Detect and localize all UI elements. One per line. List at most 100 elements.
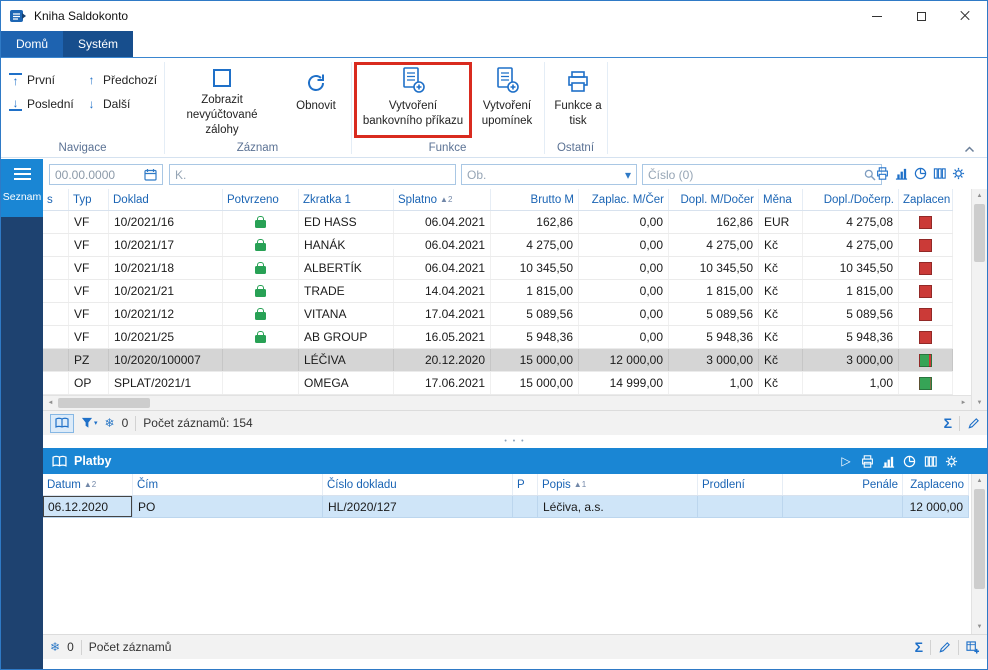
horizontal-scrollbar[interactable]: ◄ ► [43, 395, 971, 410]
scroll-track[interactable] [972, 488, 987, 620]
grid-menu-icon[interactable] [970, 166, 983, 180]
cell: 5 948,36 [803, 326, 899, 348]
pie-chart-icon[interactable] [913, 166, 927, 180]
tab-system[interactable]: Systém [63, 31, 133, 57]
scroll-track[interactable] [58, 396, 956, 410]
last-record-button[interactable]: ↓ Poslední [9, 94, 74, 114]
cell: ALBERTÍK [299, 257, 394, 279]
scroll-thumb[interactable] [974, 204, 985, 262]
table-row[interactable]: 06.12.2020POHL/2020/127Léčiva, a.s.12 00… [43, 496, 969, 518]
scroll-up-arrow[interactable]: ▲ [972, 474, 987, 488]
snowflake-icon[interactable]: ❄ [105, 416, 115, 430]
column-header-dopl-do-erp[interactable]: Dopl./Dočerp. [803, 189, 899, 210]
date-filter-input[interactable]: 00.00.0000 [49, 164, 163, 185]
column-header-m[interactable]: Čím [133, 474, 323, 495]
new-record-icon[interactable] [966, 641, 980, 654]
tab-domu[interactable]: Domů [1, 31, 63, 57]
table-row[interactable]: VF10/2021/16ED HASS06.04.2021162,860,001… [43, 211, 953, 234]
next-record-button[interactable]: ↓ Další [85, 94, 130, 114]
create-reminders-button[interactable]: Vytvoření upomínek [475, 62, 539, 138]
column-header-prodlen[interactable]: Prodlení [698, 474, 783, 495]
table-row[interactable]: VF10/2021/18ALBERTÍK06.04.202110 345,500… [43, 257, 953, 280]
print-icon[interactable] [860, 454, 874, 468]
column-header-label: Splatno [398, 194, 437, 206]
collapse-ribbon-chevron[interactable] [964, 146, 975, 153]
gear-icon[interactable] [944, 454, 958, 468]
ob-filter-input[interactable]: Ob. ▾ [461, 164, 637, 185]
minimize-button[interactable] [855, 1, 899, 31]
k-filter-value: K. [175, 168, 186, 182]
paid-indicator [919, 262, 932, 275]
column-header-dopl-m-do-er[interactable]: Dopl. M/Dočer [669, 189, 759, 210]
scroll-down-arrow[interactable]: ▼ [972, 396, 987, 410]
column-header-popis[interactable]: Popis▲1 [538, 474, 698, 495]
column-header-doklad[interactable]: Doklad [109, 189, 223, 210]
scroll-up-arrow[interactable]: ▲ [972, 189, 987, 203]
scroll-down-arrow[interactable]: ▼ [972, 620, 987, 634]
previous-record-button[interactable]: ↑ Předchozí [85, 70, 157, 90]
column-header-zkratka-1[interactable]: Zkratka 1 [299, 189, 394, 210]
edit-icon[interactable] [938, 641, 951, 654]
columns-icon[interactable] [932, 166, 946, 180]
vertical-scrollbar[interactable]: ▲ ▼ [971, 189, 987, 410]
table-row[interactable]: VF10/2021/17HANÁK06.04.20214 275,000,004… [43, 234, 953, 257]
close-button[interactable] [943, 1, 987, 31]
columns-icon[interactable] [923, 454, 937, 468]
snowflake-icon[interactable]: ❄ [50, 640, 60, 654]
cell: 10/2021/16 [109, 211, 223, 233]
gear-icon[interactable] [951, 166, 965, 180]
refresh-button[interactable]: Obnovit [285, 62, 347, 138]
print-icon[interactable] [875, 166, 889, 180]
chart-icon[interactable] [881, 454, 895, 468]
column-header-typ[interactable]: Typ [69, 189, 109, 210]
sum-icon[interactable]: Σ [915, 639, 923, 655]
table-row[interactable]: PZ10/2020/100007LÉČIVA20.12.202015 000,0… [43, 349, 953, 372]
maximize-button[interactable] [899, 1, 943, 31]
detail-view-toggle[interactable] [50, 414, 74, 433]
cell: 10/2021/18 [109, 257, 223, 279]
cell: Kč [759, 303, 803, 325]
column-header-m-na[interactable]: Měna [759, 189, 803, 210]
column-header-pen-le[interactable]: Penále [783, 474, 903, 495]
scroll-thumb[interactable] [974, 489, 985, 589]
sidebar-item-seznam[interactable]: Seznam [3, 191, 42, 203]
menu-icon[interactable] [14, 168, 31, 183]
filter-icon[interactable]: ▾ [81, 417, 98, 429]
edit-icon[interactable] [967, 417, 980, 430]
functions-print-button[interactable]: Funkce a tisk [549, 62, 607, 138]
column-header-p[interactable]: P [513, 474, 538, 495]
column-header-zaplacen[interactable]: Zaplacen [899, 189, 953, 210]
cell: VITANA [299, 303, 394, 325]
platby-vertical-scrollbar[interactable]: ▲ ▼ [971, 474, 987, 634]
column-header-s[interactable]: s [43, 189, 69, 210]
scroll-track[interactable] [972, 203, 987, 396]
pie-chart-icon[interactable] [902, 454, 916, 468]
table-row[interactable]: VF10/2021/25AB GROUP16.05.20215 948,360,… [43, 326, 953, 349]
column-header-zaplac-m-er[interactable]: Zaplac. M/Čer [579, 189, 669, 210]
chart-icon[interactable] [894, 166, 908, 180]
calendar-icon[interactable] [144, 168, 157, 181]
table-row[interactable]: VF10/2021/12VITANA17.04.20215 089,560,00… [43, 303, 953, 326]
column-header-zaplaceno[interactable]: Zaplaceno [903, 474, 969, 495]
panel-splitter[interactable]: • • • [43, 435, 987, 448]
table-row[interactable]: OPSPLAT/2021/1OMEGA17.06.202115 000,0014… [43, 372, 953, 395]
table-row[interactable]: VF10/2021/21TRADE14.04.20211 815,000,001… [43, 280, 953, 303]
cell: 5 948,36 [491, 326, 579, 348]
dropdown-icon[interactable]: ▾ [625, 168, 631, 182]
scroll-left-arrow[interactable]: ◄ [43, 396, 58, 410]
play-icon[interactable]: ▷ [839, 454, 853, 468]
first-record-button[interactable]: ↑ První [9, 70, 55, 90]
column-header-datum[interactable]: Datum▲2 [43, 474, 133, 495]
column-header-brutto-m[interactable]: Brutto M [491, 189, 579, 210]
scroll-right-arrow[interactable]: ► [956, 396, 971, 410]
sum-icon[interactable]: Σ [944, 415, 952, 431]
grid-menu-icon[interactable] [965, 454, 978, 468]
cislo-search-input[interactable]: Číslo (0) [642, 164, 882, 185]
scroll-thumb[interactable] [58, 398, 150, 408]
create-bank-order-button[interactable]: Vytvoření bankovního příkazu [358, 62, 468, 138]
column-header-potvrzeno[interactable]: Potvrzeno [223, 189, 299, 210]
k-filter-input[interactable]: K. [169, 164, 456, 185]
column-header-splatno[interactable]: Splatno▲2 [394, 189, 491, 210]
column-header-slo-dokladu[interactable]: Číslo dokladu [323, 474, 513, 495]
show-unbilled-advances-button[interactable]: Zobrazit nevyúčtované zálohy [169, 62, 275, 138]
